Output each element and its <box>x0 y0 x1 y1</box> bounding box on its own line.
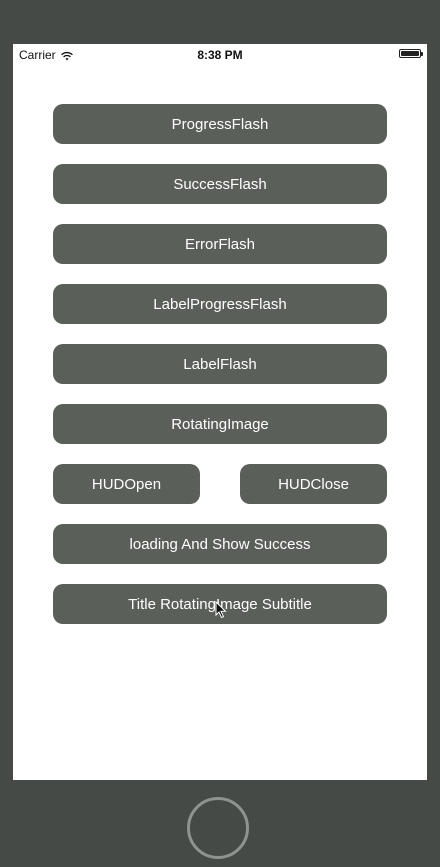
home-button[interactable] <box>187 797 249 859</box>
rotating-image-button[interactable]: RotatingImage <box>53 404 387 444</box>
status-time: 8:38 PM <box>197 48 243 62</box>
mouse-cursor-icon <box>215 600 227 619</box>
loading-show-success-button[interactable]: loading And Show Success <box>53 524 387 564</box>
error-flash-button[interactable]: ErrorFlash <box>53 224 387 264</box>
progress-flash-button[interactable]: ProgressFlash <box>53 104 387 144</box>
label-progress-flash-button[interactable]: LabelProgressFlash <box>53 284 387 324</box>
status-bar: Carrier 8:38 PM <box>13 44 427 64</box>
screen: Carrier 8:38 PM ProgressFlash SuccessFla… <box>13 44 427 780</box>
battery-icon <box>399 49 423 58</box>
device-frame: Carrier 8:38 PM ProgressFlash SuccessFla… <box>0 0 440 867</box>
success-flash-button[interactable]: SuccessFlash <box>53 164 387 204</box>
hud-close-button[interactable]: HUDClose <box>240 464 387 504</box>
hud-open-button[interactable]: HUDOpen <box>53 464 200 504</box>
label-flash-button[interactable]: LabelFlash <box>53 344 387 384</box>
battery-fill <box>401 51 419 56</box>
